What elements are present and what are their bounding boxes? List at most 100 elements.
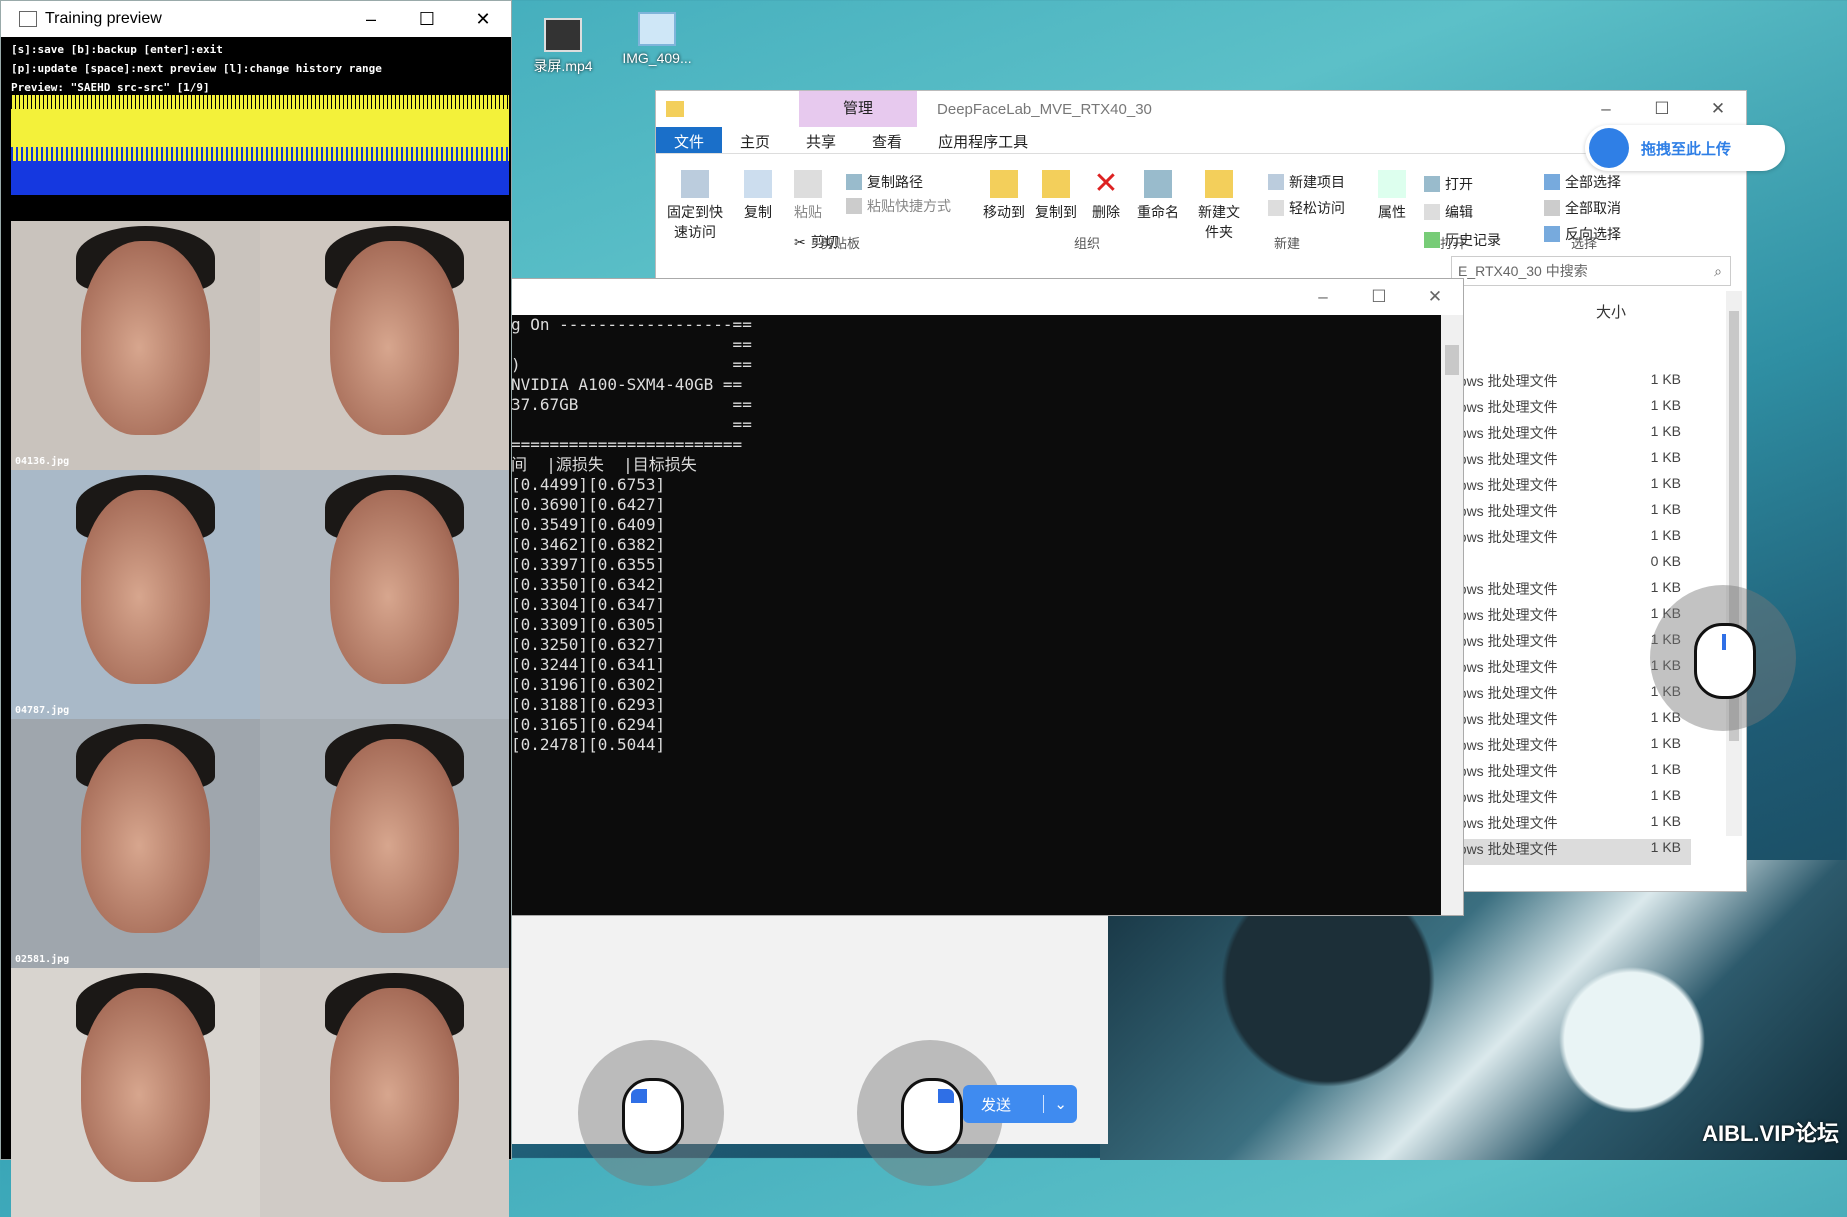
group-organize: 组织 bbox=[1074, 236, 1101, 251]
list-item[interactable]: dows 批处理文件 1 KB bbox=[1451, 605, 1691, 631]
move-to-icon bbox=[990, 170, 1018, 198]
group-new: 新建 bbox=[1274, 236, 1301, 251]
properties-button[interactable]: 属性 bbox=[1372, 170, 1412, 222]
new-item-icon bbox=[1268, 174, 1284, 190]
paste-shortcut-icon bbox=[846, 198, 862, 214]
close-button[interactable]: ✕ bbox=[455, 9, 511, 30]
paste-button[interactable]: 粘贴 bbox=[788, 170, 828, 222]
list-item[interactable]: dows 批处理文件 1 KB bbox=[1451, 735, 1691, 761]
preview-image bbox=[260, 719, 509, 968]
list-item[interactable]: dows 批处理文件 1 KB bbox=[1451, 787, 1691, 813]
desktop-icon-image[interactable]: IMG_409... bbox=[612, 12, 702, 66]
maximize-button[interactable]: ☐ bbox=[399, 9, 455, 30]
close-button[interactable]: ✕ bbox=[1407, 279, 1463, 315]
history-icon bbox=[1424, 232, 1440, 248]
maximize-button[interactable]: ☐ bbox=[1634, 99, 1690, 119]
tab-view[interactable]: 查看 bbox=[854, 127, 920, 153]
loss-history-graph bbox=[11, 95, 509, 195]
list-item[interactable]: dows 批处理文件 1 KB bbox=[1451, 813, 1691, 839]
file-list-scrollbar[interactable] bbox=[1726, 291, 1742, 836]
upload-drop-button[interactable]: 拖拽至此上传 bbox=[1585, 125, 1785, 171]
copy-button[interactable]: 复制 bbox=[738, 170, 778, 222]
help-line: [s]:save [b]:backup [enter]:exit bbox=[11, 43, 223, 56]
tab-app-tools[interactable]: 应用程序工具 bbox=[920, 127, 1046, 153]
explorer-titlebar: 管理 DeepFaceLab_MVE_RTX40_30 – ☐ ✕ bbox=[656, 91, 1746, 127]
scrollbar-thumb[interactable] bbox=[1445, 345, 1459, 375]
select-all-icon bbox=[1544, 174, 1560, 190]
select-all-button[interactable]: 全部选择 bbox=[1544, 172, 1621, 192]
pin-button[interactable]: 固定到快速访问 bbox=[662, 170, 728, 242]
list-item[interactable]: dows 批处理文件 1 KB bbox=[1451, 761, 1691, 787]
list-item[interactable]: 0 KB bbox=[1451, 553, 1691, 579]
maximize-button[interactable]: ☐ bbox=[1351, 279, 1407, 315]
list-item-selected[interactable]: dows 批处理文件 1 KB bbox=[1451, 839, 1691, 865]
chevron-down-icon[interactable]: ⌄ bbox=[1043, 1095, 1067, 1113]
rename-icon bbox=[1144, 170, 1172, 198]
select-none-button[interactable]: 全部取消 bbox=[1544, 198, 1621, 218]
list-item[interactable]: dows 批处理文件 1 KB bbox=[1451, 527, 1691, 553]
watermark: AIBL.VIP论坛 bbox=[1702, 1121, 1839, 1146]
console-line: == bbox=[511, 415, 752, 434]
copy-icon bbox=[744, 170, 772, 198]
easy-access-button[interactable]: 轻松访问 bbox=[1268, 198, 1345, 218]
desktop-icon-label: 录屏.mp4 bbox=[533, 58, 593, 74]
list-item[interactable]: dows 批处理文件 1 KB bbox=[1451, 371, 1691, 397]
move-to-button[interactable]: 移动到 bbox=[980, 170, 1028, 222]
console-line: 间 |源损失 |目标损失 bbox=[511, 455, 697, 474]
minimize-button[interactable]: – bbox=[343, 9, 399, 30]
mouse-click-indicator bbox=[578, 1040, 724, 1186]
console-line: [0.3250][0.6327] bbox=[511, 635, 666, 654]
minimize-button[interactable]: – bbox=[1578, 99, 1634, 119]
open-button[interactable]: 打开 bbox=[1424, 174, 1473, 194]
console-line: [0.3690][0.6427] bbox=[511, 495, 666, 514]
edit-icon bbox=[1424, 204, 1440, 220]
folder-icon bbox=[666, 101, 684, 117]
console-line: [0.3244][0.6341] bbox=[511, 655, 666, 674]
tab-file[interactable]: 文件 bbox=[656, 127, 723, 153]
list-item[interactable]: dows 批处理文件 1 KB bbox=[1451, 397, 1691, 423]
preview-image: 04787.jpg bbox=[11, 470, 260, 719]
app-icon bbox=[19, 11, 37, 27]
ribbon-tabs: 文件 主页 共享 查看 应用程序工具 bbox=[656, 127, 1746, 154]
preview-image: 02581.jpg bbox=[11, 719, 260, 968]
scissors-icon: ✂ bbox=[794, 233, 806, 250]
list-item[interactable]: dows 批处理文件 1 KB bbox=[1451, 579, 1691, 605]
minimize-button[interactable]: – bbox=[1295, 279, 1351, 315]
tab-share[interactable]: 共享 bbox=[788, 127, 854, 153]
list-item[interactable]: dows 批处理文件 1 KB bbox=[1451, 449, 1691, 475]
console-line: [0.3188][0.6293] bbox=[511, 695, 666, 714]
console-scrollbar[interactable] bbox=[1441, 315, 1463, 915]
list-item[interactable]: dows 批处理文件 1 KB bbox=[1451, 423, 1691, 449]
search-icon: ⌕ bbox=[1714, 262, 1722, 279]
delete-button[interactable]: ✕ 删除 bbox=[1086, 169, 1126, 222]
list-item[interactable]: dows 批处理文件 1 KB bbox=[1451, 501, 1691, 527]
group-open: 打开 bbox=[1440, 236, 1467, 251]
new-item-button[interactable]: 新建项目 bbox=[1268, 172, 1345, 192]
send-button[interactable]: 发送 ⌄ bbox=[963, 1085, 1077, 1123]
close-button[interactable]: ✕ bbox=[1690, 99, 1746, 119]
tab-home[interactable]: 主页 bbox=[722, 127, 788, 153]
list-item[interactable]: dows 批处理文件 1 KB bbox=[1451, 475, 1691, 501]
paste-shortcut-button[interactable]: 粘贴快捷方式 bbox=[846, 196, 951, 216]
tab-manage[interactable]: 管理 bbox=[799, 91, 918, 127]
video-file-icon bbox=[544, 18, 582, 52]
console-line: [0.3196][0.6302] bbox=[511, 675, 666, 694]
column-header-size[interactable]: 大小 bbox=[1596, 301, 1626, 322]
training-preview-titlebar: Training preview – ☐ ✕ bbox=[1, 1, 511, 37]
console-line: [0.3309][0.6305] bbox=[511, 615, 666, 634]
image-label: 04136.jpg bbox=[15, 456, 70, 467]
copy-path-button[interactable]: 复制路径 bbox=[846, 172, 923, 192]
preview-grid: 04136.jpg 04787.jpg 02581.jpg bbox=[11, 221, 509, 1217]
copy-to-icon bbox=[1042, 170, 1070, 198]
new-folder-button[interactable]: 新建文件夹 bbox=[1194, 170, 1244, 242]
console-line: [0.2478][0.5044] bbox=[511, 735, 666, 754]
open-icon bbox=[1424, 176, 1440, 192]
image-file-icon bbox=[638, 12, 676, 46]
list-item[interactable]: dows 批处理文件 1 KB bbox=[1451, 709, 1691, 735]
edit-button[interactable]: 编辑 bbox=[1424, 202, 1473, 222]
rename-button[interactable]: 重命名 bbox=[1132, 170, 1184, 222]
copy-to-button[interactable]: 复制到 bbox=[1032, 170, 1080, 222]
console-line: [0.3165][0.6294] bbox=[511, 715, 666, 734]
desktop-icon-video[interactable]: 录屏.mp4 bbox=[518, 18, 608, 76]
search-input[interactable]: E_RTX40_30 中搜索 ⌕ bbox=[1451, 256, 1731, 286]
